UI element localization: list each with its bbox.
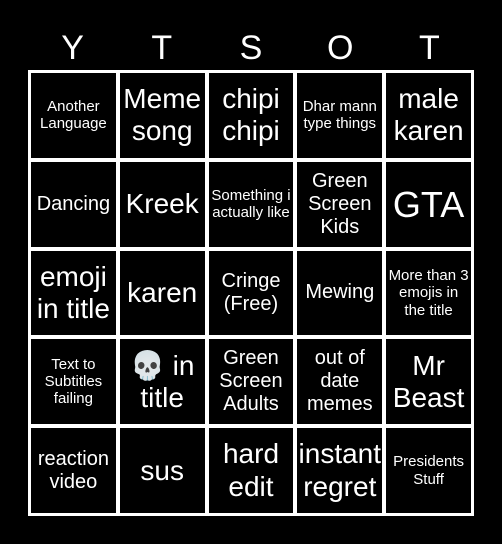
header-letter: S <box>239 29 263 67</box>
bingo-cell[interactable]: emoji in title <box>31 250 116 336</box>
bingo-cell[interactable]: hard edit <box>208 428 294 513</box>
bingo-cell[interactable]: Meme song <box>119 73 205 158</box>
bingo-cell[interactable]: Green Screen Kids <box>297 161 383 247</box>
bingo-cell[interactable]: chipi chipi <box>208 73 294 158</box>
header-letter: T <box>419 29 440 67</box>
bingo-cell[interactable]: out of date memes <box>297 339 383 425</box>
header-letter: T <box>151 29 173 67</box>
bingo-cell[interactable]: karen <box>119 250 205 336</box>
bingo-cell[interactable]: Something i actually like <box>208 161 294 247</box>
header-letter: Y <box>61 29 84 67</box>
bingo-cell[interactable]: GTA <box>386 161 471 247</box>
bingo-cell[interactable]: instant regret <box>297 428 383 513</box>
bingo-cell[interactable]: Kreek <box>119 161 205 247</box>
bingo-cell[interactable]: sus <box>119 428 205 513</box>
bingo-grid: Another Language Meme song chipi chipi D… <box>28 70 474 516</box>
bingo-cell[interactable]: Mr Beast <box>386 339 471 425</box>
bingo-header: Y T S O T <box>28 28 474 68</box>
bingo-cell[interactable]: Green Screen Adults <box>208 339 294 425</box>
bingo-cell[interactable]: Dancing <box>31 161 116 247</box>
bingo-cell[interactable]: More than 3 emojis in the title <box>386 250 471 336</box>
bingo-cell[interactable]: Mewing <box>297 250 383 336</box>
bingo-cell[interactable]: Another Language <box>31 73 116 158</box>
bingo-cell[interactable]: male karen <box>386 73 471 158</box>
bingo-cell[interactable]: Dhar mann type things <box>297 73 383 158</box>
bingo-cell[interactable]: 💀 in title <box>119 339 205 425</box>
bingo-cell[interactable]: Presidents Stuff <box>386 428 471 513</box>
bingo-cell[interactable]: reaction video <box>31 428 116 513</box>
bingo-cell[interactable]: Cringe (Free) <box>208 250 294 336</box>
header-letter: O <box>326 29 354 67</box>
bingo-cell[interactable]: Text to Subtitles failing <box>31 339 116 425</box>
